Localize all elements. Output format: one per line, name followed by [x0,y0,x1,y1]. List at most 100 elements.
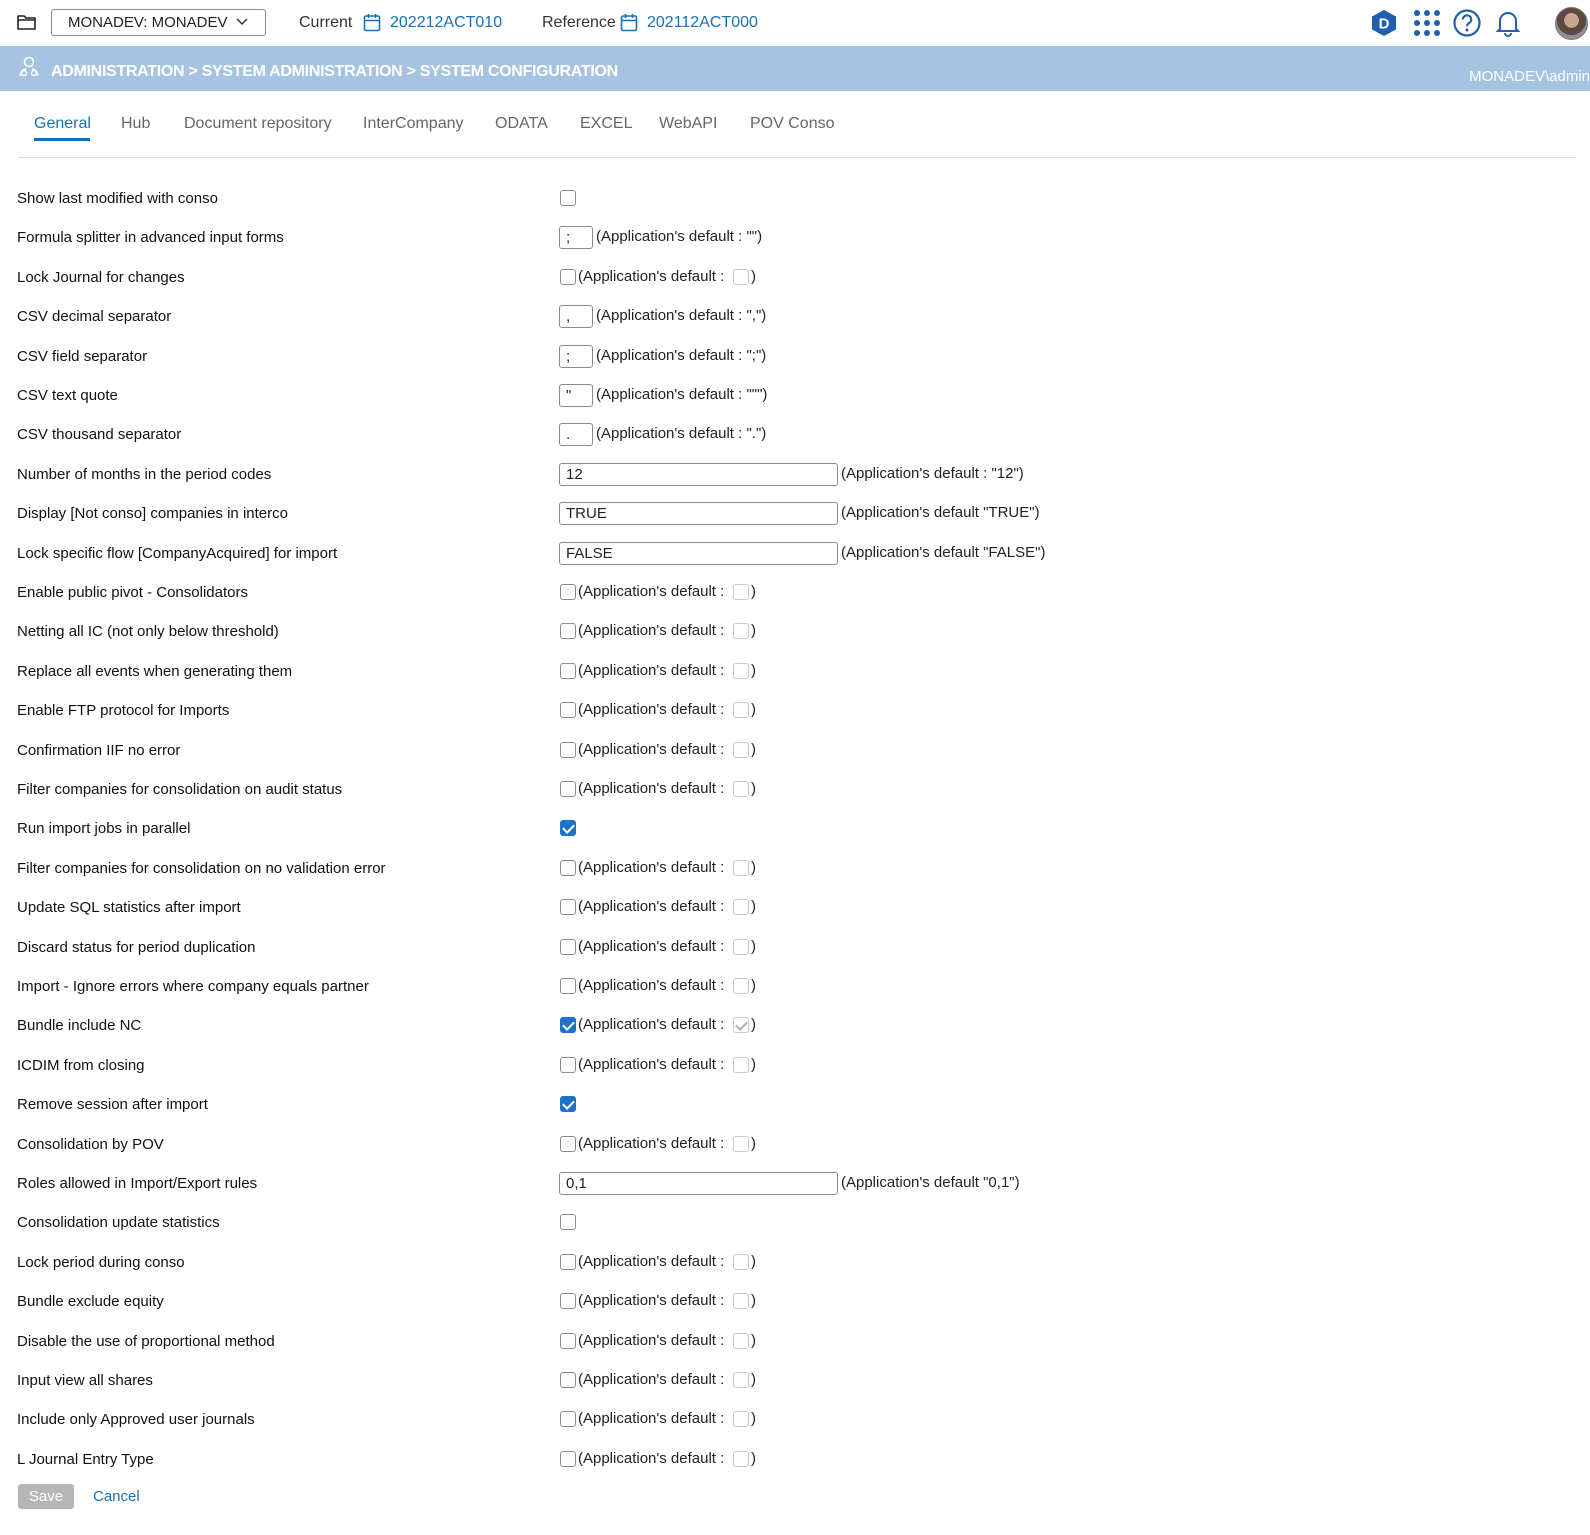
bell-icon[interactable] [1493,8,1523,38]
setting-row: Number of months in the period codes 12 (A… [0,463,1590,487]
default-value-checkbox [733,1293,749,1309]
setting-checkbox[interactable] [560,1017,576,1033]
setting-label: Netting all IC (not only below threshold… [17,623,279,640]
setting-input[interactable]: , [559,305,593,328]
cancel-link[interactable]: Cancel [93,1488,140,1505]
default-value-checkbox [733,978,749,994]
setting-checkbox[interactable] [560,190,576,206]
setting-checkbox[interactable] [560,1451,576,1467]
default-value-label: (Application's default : [578,1292,725,1309]
default-value-label: (Application's default : """) [596,386,768,403]
calendar-icon[interactable] [363,13,381,32]
setting-checkbox[interactable] [560,939,576,955]
setting-checkbox[interactable] [560,860,576,876]
tab-excel[interactable]: EXCEL [580,115,632,133]
setting-checkbox[interactable] [560,978,576,994]
default-value-label: (Application's default : [578,1056,725,1073]
default-value-checkbox [733,939,749,955]
setting-row: Netting all IC (not only below threshold… [0,620,1590,644]
default-value-close-paren: ) [751,1371,756,1388]
setting-input[interactable]: ; [559,226,593,249]
default-value-close-paren: ) [751,1332,756,1349]
current-period-value[interactable]: 202212ACT010 [390,14,502,32]
setting-checkbox[interactable] [560,1096,576,1112]
folder-icon[interactable] [17,13,37,31]
setting-input[interactable]: FALSE [559,542,838,565]
setting-row: Disable the use of proportional method (A… [0,1330,1590,1354]
breadcrumb-bar: ADMINISTRATION > SYSTEM ADMINISTRATION >… [0,46,1590,91]
setting-row: Consolidation by POV (Application's defau… [0,1133,1590,1157]
setting-label: Formula splitter in advanced input forms [17,229,284,246]
setting-checkbox[interactable] [560,820,576,836]
avatar[interactable] [1555,7,1588,40]
setting-label: Update SQL statistics after import [17,899,241,916]
tab-general[interactable]: General [34,115,91,133]
setting-input[interactable]: " [559,384,593,407]
default-value-checkbox [733,584,749,600]
tab-webapi[interactable]: WebAPI [659,115,717,133]
setting-checkbox[interactable] [560,742,576,758]
default-value-close-paren: ) [751,1410,756,1427]
setting-checkbox[interactable] [560,623,576,639]
help-icon[interactable] [1452,8,1482,38]
default-value-label: (Application's default "TRUE") [841,504,1040,521]
database-select-value: MONADEV: MONADEV [68,14,228,31]
default-value-close-paren: ) [751,1056,756,1073]
setting-row: Filter companies for consolidation on no… [0,857,1590,881]
setting-checkbox[interactable] [560,1372,576,1388]
calendar-icon[interactable] [620,13,638,32]
setting-checkbox[interactable] [560,1411,576,1427]
setting-checkbox[interactable] [560,1057,576,1073]
setting-checkbox[interactable] [560,1293,576,1309]
setting-label: CSV thousand separator [17,426,182,443]
setting-checkbox[interactable] [560,584,576,600]
setting-row: Filter companies for consolidation on au… [0,778,1590,802]
setting-input[interactable]: ; [559,345,593,368]
default-value-label: (Application's default : [578,780,725,797]
setting-checkbox[interactable] [560,1136,576,1152]
setting-checkbox[interactable] [560,1214,576,1230]
setting-row: L Journal Entry Type (Application's defau… [0,1448,1590,1472]
setting-checkbox[interactable] [560,663,576,679]
product-logo-icon[interactable]: D [1369,8,1399,38]
setting-input[interactable]: . [559,423,593,446]
admin-icon [19,56,39,77]
setting-checkbox[interactable] [560,899,576,915]
setting-label: Lock period during conso [17,1254,185,1271]
default-value-label: (Application's default : ";") [596,347,767,364]
default-value-checkbox [733,1254,749,1270]
setting-row: Enable public pivot - Consolidators (Appl… [0,581,1590,605]
reference-period-value[interactable]: 202112ACT000 [647,14,758,32]
setting-checkbox[interactable] [560,702,576,718]
setting-input[interactable]: 0,1 [559,1172,838,1195]
default-value-close-paren: ) [751,662,756,679]
tab-hub[interactable]: Hub [121,115,150,133]
setting-label: Remove session after import [17,1096,208,1113]
tab-intercompany[interactable]: InterCompany [363,115,464,133]
tab-odata[interactable]: ODATA [495,115,548,133]
default-value-label: (Application's default : ",") [596,307,767,324]
setting-row: ICDIM from closing (Application's default… [0,1054,1590,1078]
setting-row: CSV text quote " (Application's default : … [0,384,1590,408]
default-value-label: (Application's default : "") [596,228,763,245]
tab-pov-conso[interactable]: POV Conso [750,115,834,133]
setting-checkbox[interactable] [560,269,576,285]
database-select[interactable]: MONADEV: MONADEV [51,9,266,36]
setting-checkbox[interactable] [560,781,576,797]
setting-label: CSV text quote [17,387,118,404]
setting-label: Replace all events when generating them [17,663,293,680]
save-button[interactable]: Save [18,1484,74,1509]
tab-document-repository[interactable]: Document repository [184,115,332,133]
default-value-checkbox [733,269,749,285]
reference-period-label: Reference [542,14,616,31]
setting-input[interactable]: 12 [559,463,838,486]
default-value-checkbox [733,860,749,876]
setting-checkbox[interactable] [560,1333,576,1349]
setting-checkbox[interactable] [560,1254,576,1270]
setting-label: CSV field separator [17,348,148,365]
default-value-close-paren: ) [751,268,756,285]
setting-row: Display [Not conso] companies in interco… [0,502,1590,526]
setting-input[interactable]: TRUE [559,502,838,525]
current-period-label: Current [299,14,353,31]
apps-grid-icon[interactable] [1412,8,1442,38]
